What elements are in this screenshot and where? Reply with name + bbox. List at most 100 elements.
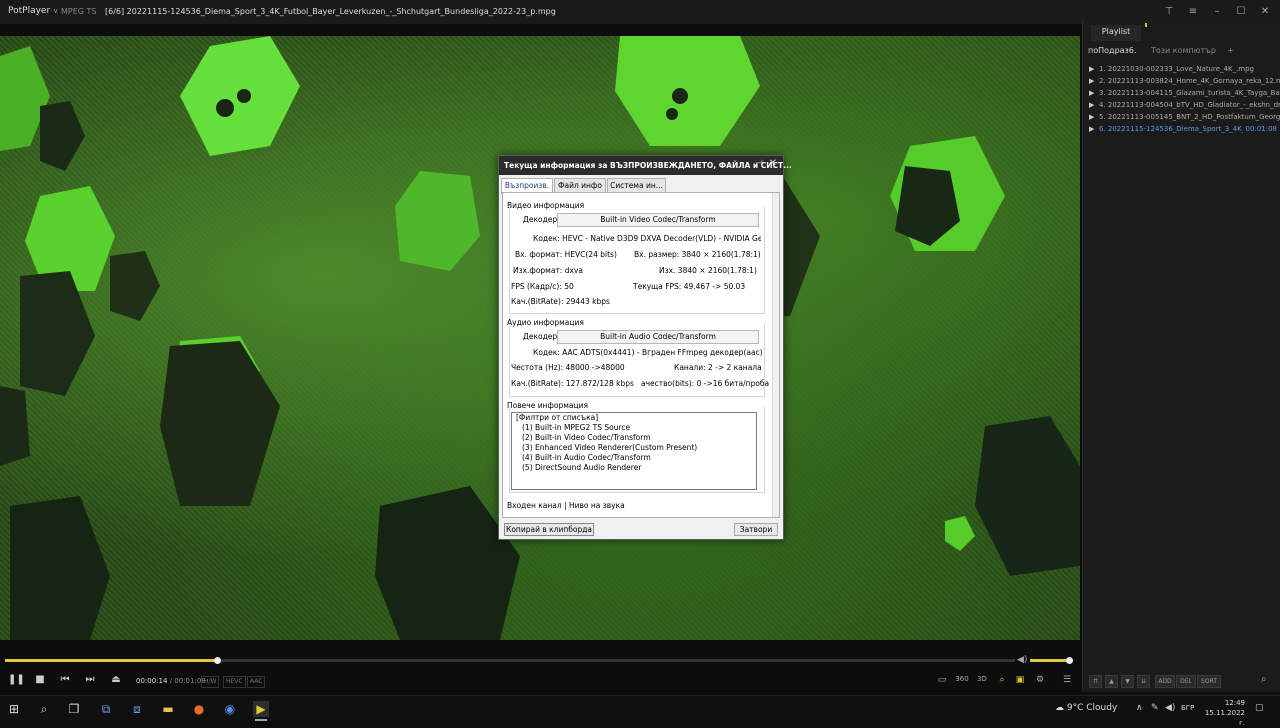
- close-icon[interactable]: ✕: [1258, 5, 1272, 19]
- subtab-default[interactable]: поПодраз6.: [1088, 46, 1136, 55]
- playlist-subtabs: поПодраз6. Този компютър +: [1083, 42, 1280, 59]
- tools-app-icon[interactable]: ⧈: [129, 701, 145, 717]
- dialog-scrollbar[interactable]: [772, 193, 779, 517]
- task-view-icon[interactable]: ❐: [66, 701, 82, 717]
- minimize-icon[interactable]: –: [1210, 5, 1224, 19]
- windows-start-icon[interactable]: ⊞: [6, 701, 22, 717]
- playlist-item-duration: 00:01:08: [1242, 123, 1277, 135]
- clock-date: 15.11.2022 г.: [1204, 709, 1245, 727]
- subtitle-icon[interactable]: ▣: [1013, 675, 1027, 685]
- hw-badge[interactable]: H/W: [201, 676, 220, 688]
- subtab-add[interactable]: +: [1227, 46, 1234, 55]
- cloud-icon: ☁: [1055, 703, 1064, 713]
- pen-icon[interactable]: ✎: [1151, 703, 1159, 713]
- close-button[interactable]: Затвори: [734, 523, 778, 536]
- notification-icon[interactable]: ▢: [1255, 703, 1264, 713]
- 360-icon[interactable]: 360: [955, 675, 969, 683]
- move-bottom-icon[interactable]: ⇊: [1137, 675, 1150, 688]
- playlist-item[interactable]: ▶ 5. 20221113-005145_BNT_2_HD_Postfaktum_…: [1083, 111, 1280, 123]
- next-icon[interactable]: ⏭: [83, 674, 97, 685]
- video-bitrate: Кач.(BitRate): 29443 kbps: [511, 297, 610, 306]
- playlist-item-label: 5. 20221113-005145_BNT_2_HD_Postfaktum_G…: [1099, 113, 1280, 121]
- playlist-item[interactable]: ▶ 4. 20221113-004504_bTV_HD_Gladiator_-_e…: [1083, 99, 1280, 111]
- pin-icon[interactable]: ⊤: [1162, 5, 1176, 19]
- previous-icon[interactable]: ⏮: [58, 674, 72, 685]
- close-icon[interactable]: ✕: [769, 158, 777, 169]
- delete-button[interactable]: DEL: [1176, 675, 1196, 688]
- eject-icon[interactable]: ⏏: [109, 674, 123, 685]
- app-menu-button[interactable]: PotPlayer ∨: [8, 6, 58, 16]
- audio-codec: Кодек: AAC ADTS(0x4441) - Вграден FFmpeg…: [533, 348, 763, 357]
- weather-text: 9°C Cloudy: [1066, 703, 1118, 713]
- zoom-icon[interactable]: ⌕: [995, 675, 1009, 685]
- playlist-item[interactable]: ▶ 6. 20221115-124536_Diema_Sport_3_4K_Fu.…: [1083, 123, 1280, 135]
- volume-handle[interactable]: [1066, 657, 1073, 664]
- audio-codec-badge[interactable]: AAC: [247, 676, 266, 688]
- file-explorer-icon[interactable]: ▬: [160, 701, 176, 717]
- firefox-icon[interactable]: ●: [191, 701, 207, 717]
- play-triangle-icon: ▶: [1089, 101, 1095, 109]
- search-icon[interactable]: ⌕: [1261, 674, 1267, 685]
- video-codec: Кодек: HEVC - Native D3D9 DXVA Decoder(V…: [533, 234, 761, 243]
- window-title: [6/6] 20221115-124536_Diema_Sport_3_4K_F…: [105, 7, 556, 16]
- tab-file-info[interactable]: Файл инфо: [554, 178, 606, 193]
- weather-widget[interactable]: ☁ 9°C Cloudy: [1055, 703, 1117, 713]
- seek-bar[interactable]: [5, 657, 1015, 664]
- filter-list-line: (5) DirectSound Audio Renderer: [522, 463, 642, 472]
- gear-icon[interactable]: ⚙: [1033, 675, 1047, 685]
- sort-button[interactable]: SORT: [1197, 675, 1221, 688]
- play-triangle-icon: ▶: [1089, 125, 1095, 133]
- stop-icon[interactable]: ■: [33, 674, 47, 685]
- audio-decoder-label: Декодер:: [523, 332, 560, 341]
- move-top-icon[interactable]: ⇈: [1089, 675, 1102, 688]
- volume-slider[interactable]: [1030, 657, 1073, 664]
- seek-handle[interactable]: [214, 657, 222, 664]
- tab-playlist[interactable]: Playlist: [1091, 23, 1147, 41]
- chrome-icon[interactable]: ◉: [222, 701, 238, 717]
- language-indicator[interactable]: БГР: [1181, 704, 1194, 712]
- pin-icon[interactable]: ⊣: [755, 159, 763, 169]
- dialog-title-bar[interactable]: Текуща информация за ВЪЗПРОИЗВЕЖДАНЕТО, …: [499, 156, 792, 175]
- playlist-item-label: 4. 20221113-004504_bTV_HD_Gladiator_-_ek…: [1099, 101, 1280, 109]
- play-triangle-icon: ▶: [1089, 113, 1095, 121]
- audio-decoder-field[interactable]: Built-in Audio Codec/Transform: [557, 330, 759, 344]
- clock[interactable]: 12:49 15.11.2022 г.: [1201, 698, 1245, 728]
- chevron-up-icon[interactable]: ∧: [1136, 703, 1143, 713]
- always-on-top-icon[interactable]: ≡: [1186, 5, 1200, 19]
- chevron-down-icon: ∨: [53, 7, 59, 15]
- speaker-icon[interactable]: ◀): [1165, 703, 1175, 713]
- maximize-icon[interactable]: ☐: [1234, 5, 1248, 19]
- subtab-this-computer[interactable]: Този компютър: [1151, 46, 1216, 55]
- filter-list[interactable]: [Филтри от списъка] (1) Built-in MPEG2 T…: [511, 412, 757, 490]
- copy-to-clipboard-button[interactable]: Копирай в клипборда: [504, 523, 594, 536]
- playlist-item[interactable]: ▶ 2. 20221113-003824_Home_4K_Gornaya_reka…: [1083, 75, 1280, 87]
- 3d-icon[interactable]: 3D: [975, 675, 989, 683]
- playlist-panel: Playlist поПодраз6. Този компютър + ▶ 1. …: [1082, 20, 1280, 692]
- monitor-icon[interactable]: ▭: [935, 675, 949, 685]
- audio-bits: ачество(bits): 0 ->16 бита/проба: [641, 379, 770, 388]
- video-decoder-field[interactable]: Built-in Video Codec/Transform: [557, 213, 759, 227]
- video-input-size: Вх. размер: 3840 × 2160(1.78:1): [634, 250, 761, 259]
- potplayer-taskbar-icon[interactable]: ▶: [253, 701, 269, 721]
- playlist-item[interactable]: ▶ 1. 20221030-002333_Love_Nature_4K_.mpg: [1083, 63, 1280, 75]
- add-button[interactable]: ADD: [1155, 675, 1175, 688]
- playlist-toolbar: ⇈ ▲ ▼ ⇊ ADD DEL SORT ⌕: [1083, 670, 1280, 692]
- move-down-icon[interactable]: ▼: [1121, 675, 1134, 688]
- playlist-item[interactable]: ▶ 3. 20221113-004115_Glazami_turista_4K_T…: [1083, 87, 1280, 99]
- app-name: PotPlayer: [8, 6, 51, 16]
- taskbar: ⊞ ⌕ ❐ ⧉ ⧈ ▬ ● ◉ ▶ ☁ 9°C Cloudy ∧ ✎ ◀) БГ…: [0, 695, 1280, 727]
- video-codec-badge[interactable]: HEVC: [223, 676, 246, 688]
- tab-system-info[interactable]: Система ин...: [607, 178, 666, 193]
- audio-bitrate: Кач.(BitRate): 127.872/128 kbps: [511, 379, 634, 388]
- playlist-item-label: 1. 20221030-002333_Love_Nature_4K_.mpg: [1099, 65, 1255, 73]
- menu-icon[interactable]: ☰: [1060, 675, 1074, 685]
- pause-icon[interactable]: ❚❚: [8, 674, 25, 685]
- video-current-fps: Текуща FPS: 49.467 -> 50.03: [633, 282, 746, 291]
- filter-list-line: [Филтри от списъка]: [516, 413, 599, 422]
- volume-icon[interactable]: ◀): [1017, 655, 1027, 665]
- network-app-icon[interactable]: ⧉: [98, 701, 114, 717]
- filter-list-line: (4) Built-in Audio Codec/Transform: [522, 453, 651, 462]
- move-up-icon[interactable]: ▲: [1105, 675, 1118, 688]
- search-icon[interactable]: ⌕: [36, 701, 52, 717]
- filter-list-line: (1) Built-in MPEG2 TS Source: [522, 423, 631, 432]
